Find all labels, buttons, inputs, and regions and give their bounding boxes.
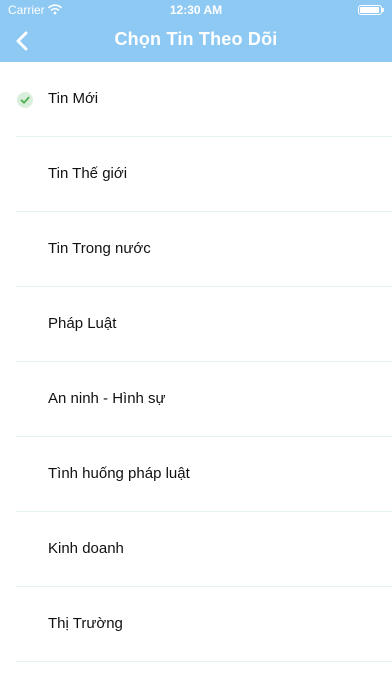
- page-title: Chọn Tin Theo Dõi: [114, 29, 278, 49]
- topic-row[interactable]: Kinh doanh: [0, 512, 392, 587]
- battery-icon: [358, 5, 384, 15]
- status-time: 12:30 AM: [169, 3, 223, 17]
- topic-list: Tin Mới Tin Thế giới Tin Trong nước Pháp Lu…: [0, 62, 392, 662]
- topic-row[interactable]: Thị Trường: [0, 587, 392, 662]
- topic-row[interactable]: Tình huống pháp luật: [0, 437, 392, 512]
- navigation-bar: Chọn Tin Theo Dõi: [0, 20, 392, 62]
- topic-row[interactable]: Tin Trong nước: [0, 212, 392, 287]
- status-bar: Carrier 12:30 AM: [0, 0, 392, 20]
- topic-label: Tin Trong nước: [48, 240, 151, 257]
- topic-label: Pháp Luật: [48, 315, 117, 332]
- topic-row[interactable]: Pháp Luật: [0, 287, 392, 362]
- header-bar: Carrier 12:30 AM Chọn Tin Theo Dõi: [0, 0, 392, 62]
- topic-label: An ninh - Hình sự: [48, 390, 166, 407]
- row-divider: [16, 661, 392, 662]
- topic-label: Tình huống pháp luật: [48, 465, 190, 482]
- topic-label: Thị Trường: [48, 615, 123, 632]
- topic-row[interactable]: Tin Mới: [0, 62, 392, 137]
- topic-label: Tin Thế giới: [48, 165, 128, 182]
- topic-label: Tin Mới: [48, 90, 99, 107]
- topic-row[interactable]: Tin Thế giới: [0, 137, 392, 212]
- checkmark-icon: [17, 92, 33, 108]
- topic-row[interactable]: An ninh - Hình sự: [0, 362, 392, 437]
- topic-label: Kinh doanh: [48, 540, 124, 557]
